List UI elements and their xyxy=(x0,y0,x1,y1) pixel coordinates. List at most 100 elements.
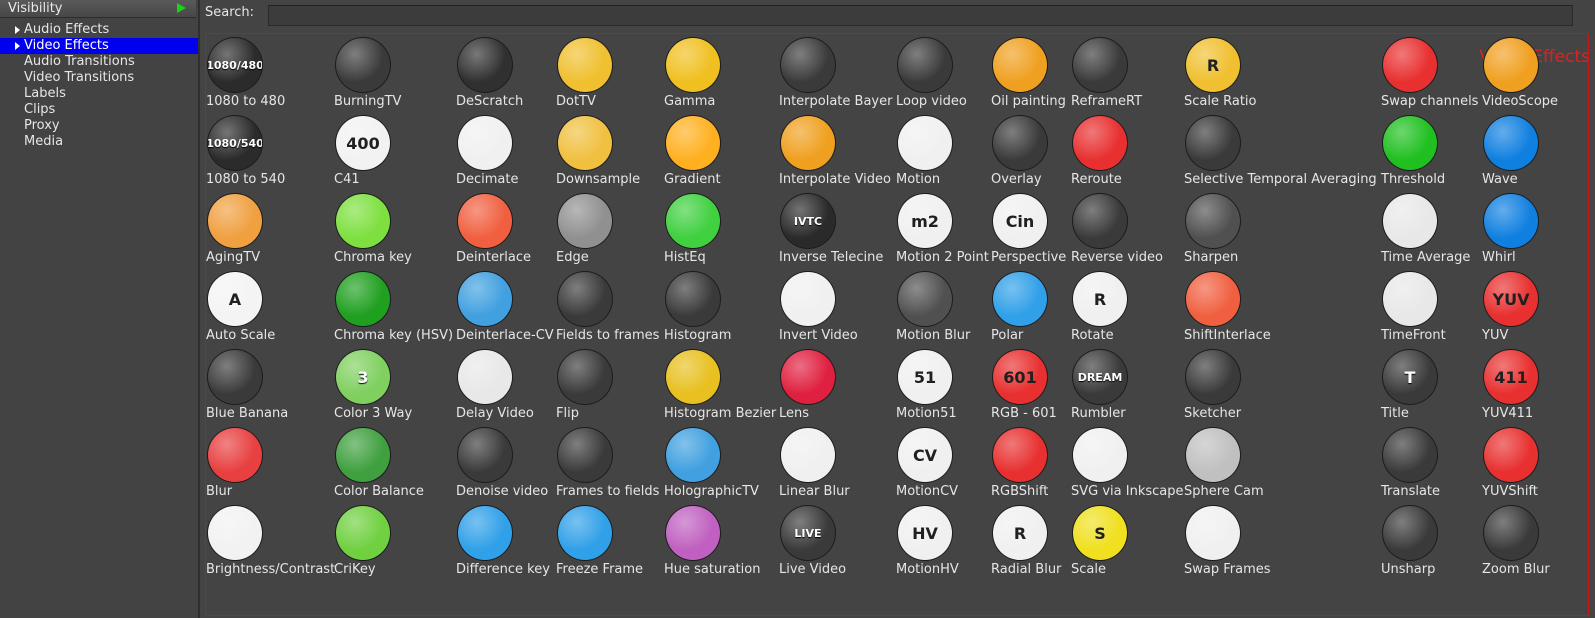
effect-label: Auto Scale xyxy=(206,328,276,343)
icon-glyph-text: R xyxy=(1206,55,1220,75)
scale-ratio-icon: R xyxy=(1186,38,1240,92)
effect-label: Blur xyxy=(206,484,233,499)
filmstrip-icon xyxy=(458,116,512,170)
lens-icon xyxy=(781,350,835,404)
swap-channels-icon xyxy=(1383,38,1437,92)
effect-label: Title xyxy=(1381,406,1409,421)
title-icon: T xyxy=(1383,350,1437,404)
effect-label: Fields to frames xyxy=(556,328,660,343)
sketcher-icon xyxy=(1186,350,1240,404)
yuv-shift-icon xyxy=(1484,428,1538,482)
effect-label: Sharpen xyxy=(1184,250,1239,265)
shift-interlace-icon xyxy=(1186,272,1240,326)
motion-camera-icon xyxy=(898,116,952,170)
unsharp-icon xyxy=(1383,506,1437,560)
icon-glyph-text: HV xyxy=(912,523,938,543)
reframe-icon xyxy=(1073,38,1127,92)
effect-label: VideoScope xyxy=(1482,94,1559,109)
blur-icon xyxy=(208,428,262,482)
effects-grid: Video Effects 1080/4801080 to 4801080/54… xyxy=(205,33,1589,616)
whirl-icon xyxy=(1484,194,1538,248)
effect-label: Loop video xyxy=(896,94,967,109)
zoom-blur-icon xyxy=(1484,506,1538,560)
effect-label: Gamma xyxy=(664,94,716,109)
hue-saturation-icon xyxy=(666,506,720,560)
deinterlace-cv-icon xyxy=(458,272,512,326)
effect-label: Motion51 xyxy=(896,406,957,421)
edge-icon xyxy=(558,194,612,248)
search-input[interactable] xyxy=(268,5,1573,26)
effect-label: C41 xyxy=(334,172,360,187)
1080-to-540-icon: 1080/540 xyxy=(208,116,262,170)
effect-label: Invert Video xyxy=(779,328,858,343)
folder-item[interactable]: Video Effects xyxy=(0,38,198,54)
effect-label: CriKey xyxy=(334,562,376,577)
folder-item[interactable]: Audio Transitions xyxy=(0,54,198,70)
effect-label: Perspective xyxy=(991,250,1067,265)
icon-glyph-text: 400 xyxy=(346,133,380,153)
effect-label: ShiftInterlace xyxy=(1184,328,1271,343)
effect-label: Oil painting xyxy=(991,94,1066,109)
overlay-icon xyxy=(993,116,1047,170)
effect-label: AgingTV xyxy=(206,250,261,265)
icon-glyph-text: YUV xyxy=(1492,289,1530,309)
icon-glyph-text: IVTC xyxy=(793,214,823,228)
effect-label: RGBShift xyxy=(991,484,1049,499)
icon-glyph-text: 1080/540 xyxy=(208,136,262,150)
icon-glyph-text: T xyxy=(1404,367,1416,387)
chroma-key-hsv-icon xyxy=(336,272,390,326)
icon-glyph-text: R xyxy=(1013,523,1027,543)
fields-to-frames-icon xyxy=(558,272,612,326)
effect-label: Gradient xyxy=(664,172,721,187)
effect-label: Blue Banana xyxy=(206,406,289,421)
panel-divider[interactable] xyxy=(198,0,200,618)
effect-label: Histogram xyxy=(664,328,732,343)
dot-tv-icon xyxy=(558,38,612,92)
folder-item[interactable]: Proxy xyxy=(0,118,198,134)
loop-icon xyxy=(898,38,952,92)
brightness-icon xyxy=(208,506,262,560)
folder-item[interactable]: Labels xyxy=(0,86,198,102)
icon-glyph-text: 411 xyxy=(1494,367,1528,387)
effect-label: Selective Temporal Averaging xyxy=(1184,172,1377,187)
folder-item[interactable]: Clips xyxy=(0,102,198,118)
effect-label: ReframeRT xyxy=(1071,94,1143,109)
effect-label: Rumbler xyxy=(1071,406,1126,421)
expander-icon[interactable] xyxy=(15,26,20,34)
gradient-icon xyxy=(666,116,720,170)
folder-item[interactable]: Video Transitions xyxy=(0,70,198,86)
visibility-header[interactable]: Visibility xyxy=(0,0,196,18)
yuv411-icon: 411 xyxy=(1484,350,1538,404)
expander-icon[interactable] xyxy=(15,42,20,50)
downsample-icon xyxy=(558,116,612,170)
icon-glyph-text: LIVE xyxy=(794,526,822,540)
folder-item[interactable]: Audio Effects xyxy=(0,22,198,38)
effect-label: Linear Blur xyxy=(779,484,850,499)
effect-label: Swap channels xyxy=(1381,94,1479,109)
auto-scale-icon: A xyxy=(208,272,262,326)
effect-label: Reroute xyxy=(1071,172,1122,187)
selective-temporal-icon xyxy=(1186,116,1240,170)
effect-label: MotionCV xyxy=(896,484,959,499)
folder-list: Audio Effects Video Effects Audio Transiti… xyxy=(0,22,198,150)
motion51-icon: 51 xyxy=(898,350,952,404)
effect-label: Histogram Bezier xyxy=(664,406,777,421)
old-tv-icon xyxy=(208,194,262,248)
effect-label: Threshold xyxy=(1381,172,1446,187)
icon-glyph-text: A xyxy=(228,289,242,309)
icon-glyph-text: DREAM xyxy=(1077,370,1123,384)
folder-label: Video Effects xyxy=(24,38,109,53)
motion-2-point-icon: m2 xyxy=(898,194,952,248)
effect-label: Freeze Frame xyxy=(556,562,644,577)
folder-item[interactable]: Media xyxy=(0,134,198,150)
icon-glyph-text: Cin xyxy=(1005,211,1035,231)
eraser-icon xyxy=(458,38,512,92)
effect-label: Denoise video xyxy=(456,484,549,499)
reverse-icon xyxy=(1073,194,1127,248)
effect-label: TimeFront xyxy=(1381,328,1446,343)
film-roll-icon: 400 xyxy=(336,116,390,170)
effect-label: MotionHV xyxy=(896,562,959,577)
rgb-601-icon: 601 xyxy=(993,350,1047,404)
play-icon[interactable] xyxy=(177,3,186,13)
effect-label: DotTV xyxy=(556,94,596,109)
